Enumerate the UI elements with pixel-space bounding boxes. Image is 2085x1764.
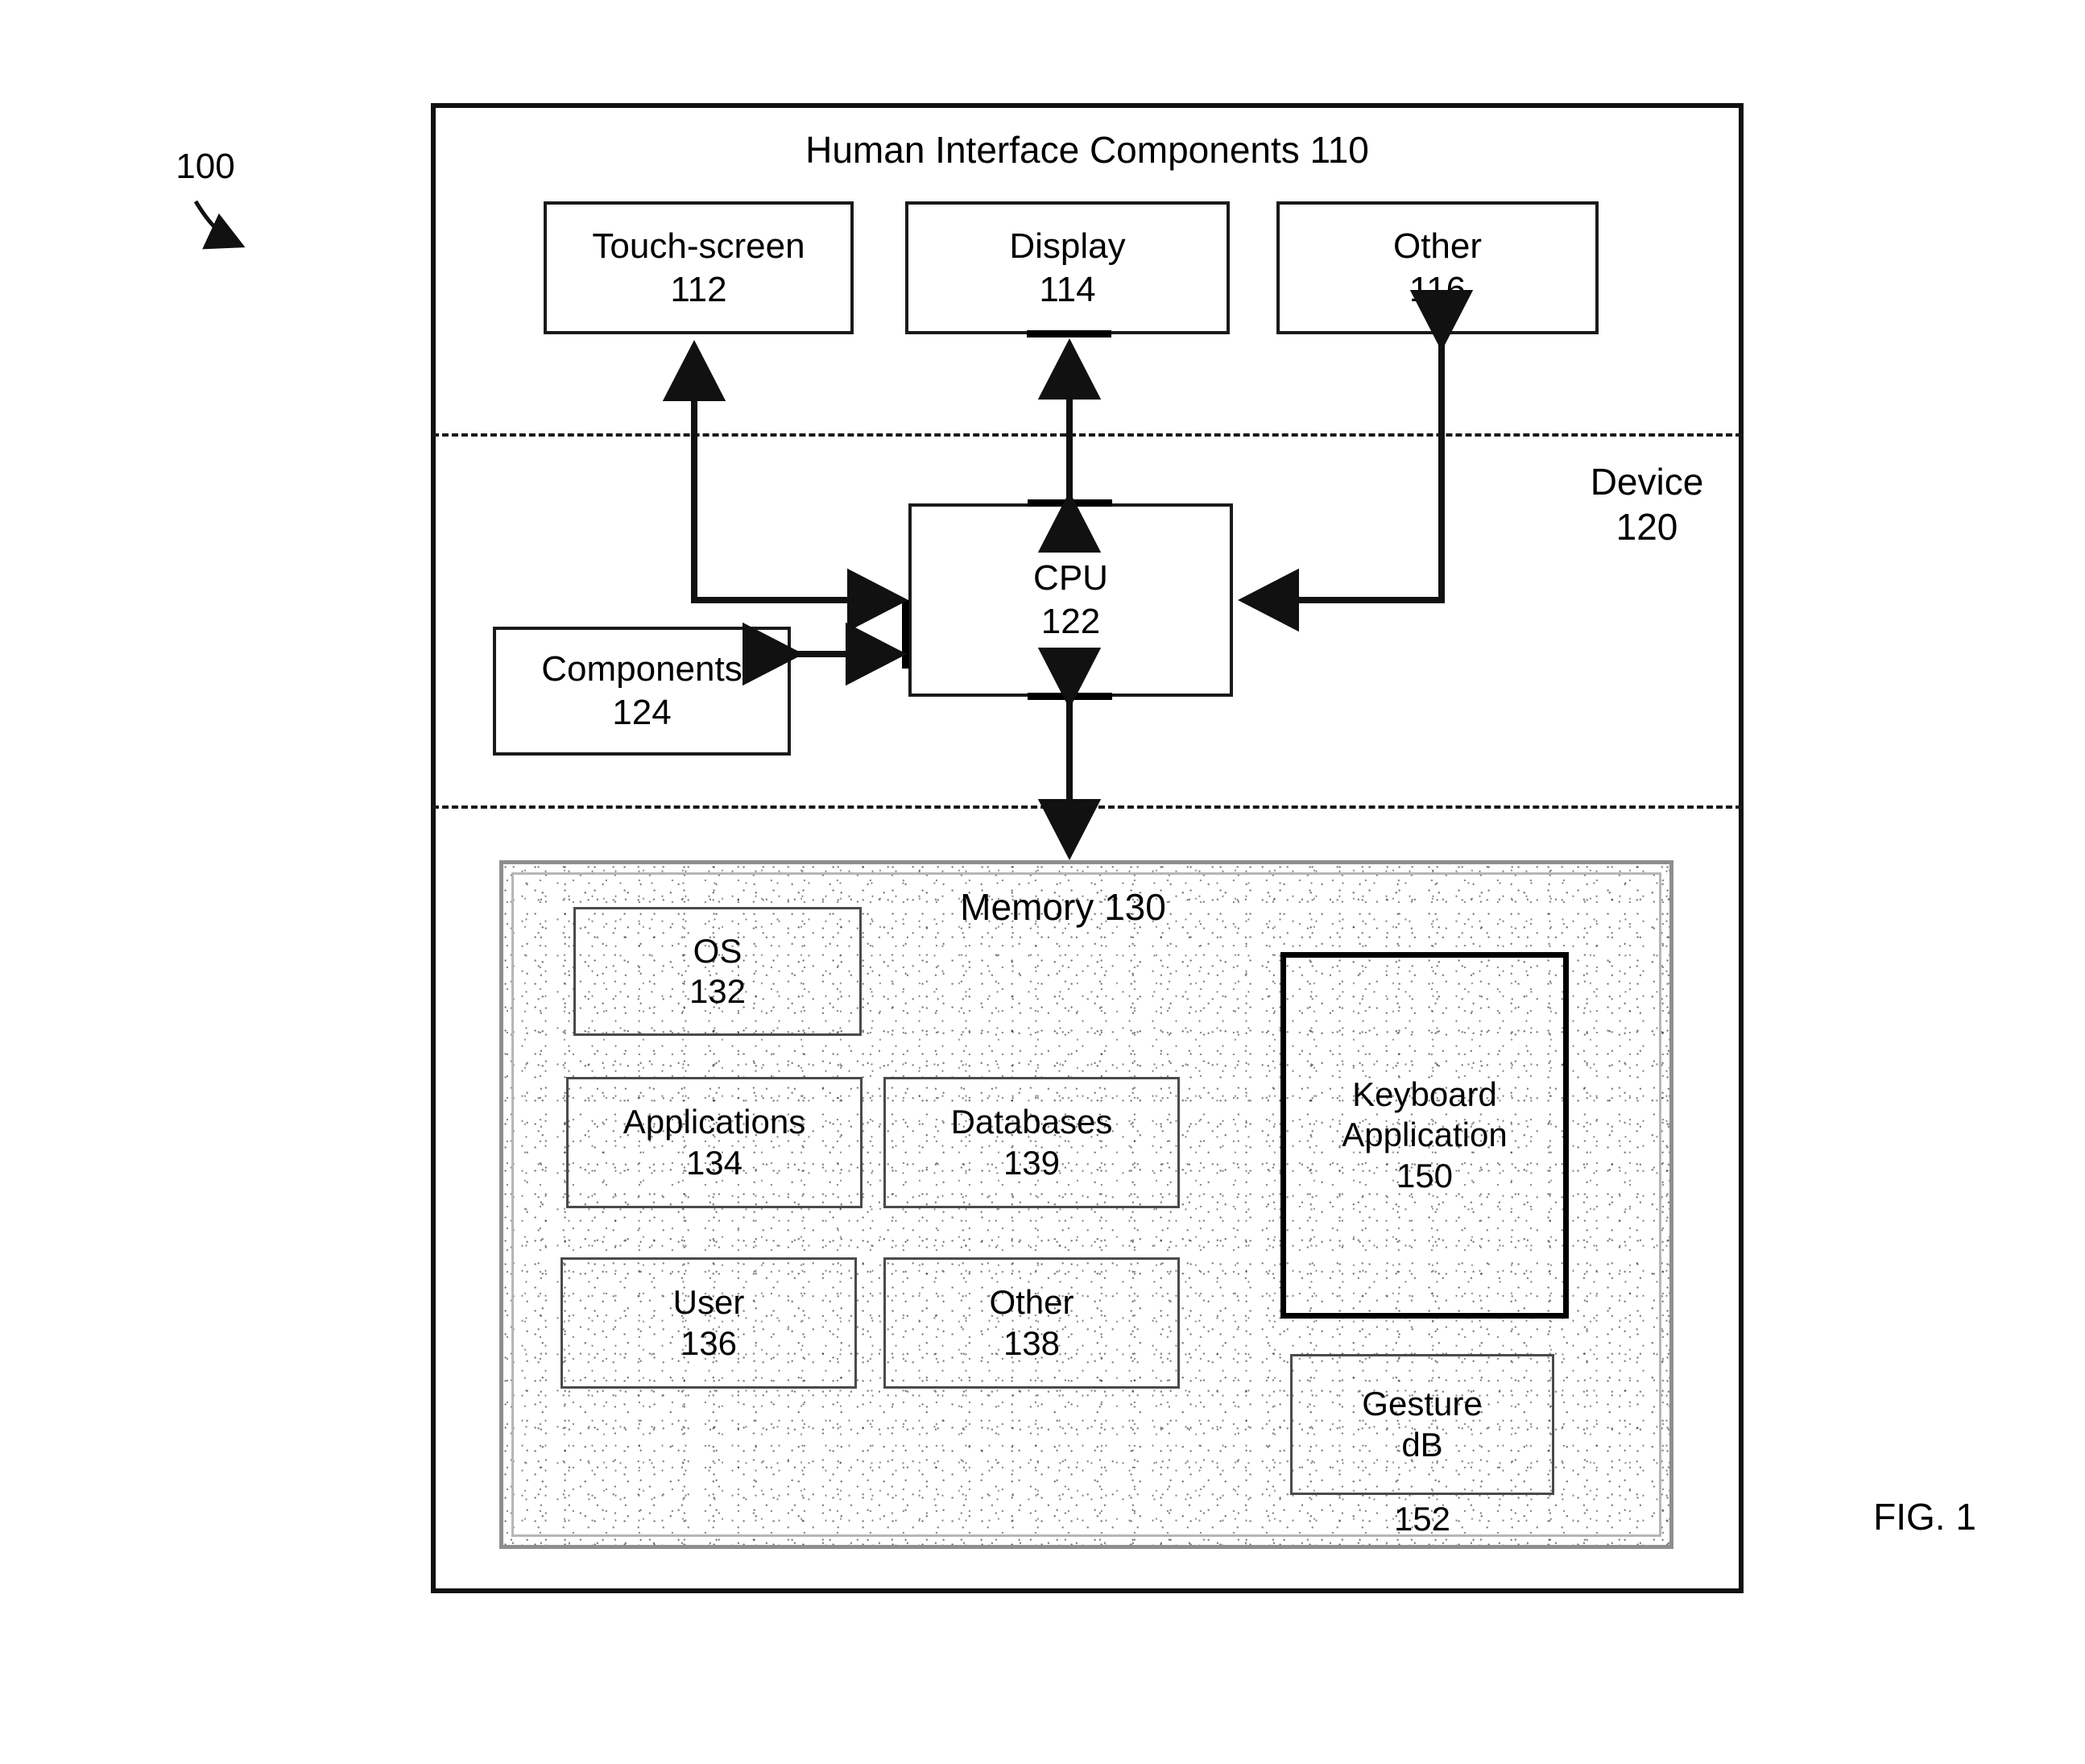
touch-screen-label: Touch-screen	[592, 226, 805, 266]
components-ref: 124	[612, 693, 672, 732]
memory-applications-label: Applications	[623, 1103, 806, 1141]
human-interface-components-title: Human Interface Components 110	[805, 129, 1369, 171]
gesture-db-ref: 152	[1393, 1500, 1451, 1538]
memory-user-box: User 136	[561, 1257, 857, 1389]
keyboard-application-line2: Application	[1342, 1116, 1508, 1154]
other-interface-label: Other	[1392, 226, 1483, 266]
other-interface-box: Other 116	[1276, 201, 1599, 334]
memory-os-ref: 132	[689, 972, 747, 1010]
dashed-separator-bottom	[432, 805, 1742, 809]
memory-other-label: Other	[989, 1283, 1074, 1322]
touch-screen-ref: 112	[670, 269, 727, 309]
dashed-separator-top	[432, 433, 1742, 437]
cpu-label: CPU	[1033, 558, 1108, 598]
keyboard-application-ref: 150	[1396, 1156, 1454, 1195]
other-interface-ref: 116	[1409, 269, 1467, 309]
figure-leader-arrow	[193, 200, 246, 250]
touch-screen-box: Touch-screen 112	[544, 201, 854, 334]
cpu-bottom-connector-stub	[1028, 693, 1112, 700]
keyboard-application-box: Keyboard Application 150	[1280, 952, 1569, 1319]
memory-other-ref: 138	[1003, 1323, 1061, 1362]
device-label-name: Device	[1590, 461, 1704, 503]
cpu-left-connector-stub	[902, 600, 909, 669]
gesture-db-box: Gesture dB	[1290, 1354, 1554, 1495]
memory-databases-box: Databases 139	[883, 1077, 1180, 1208]
memory-databases-ref: 139	[1003, 1143, 1061, 1182]
cpu-top-connector-stub	[1028, 499, 1112, 507]
device-label-ref: 120	[1615, 506, 1678, 549]
memory-os-box: OS 132	[573, 907, 862, 1036]
memory-databases-label: Databases	[950, 1103, 1113, 1141]
display-box: Display 114	[905, 201, 1230, 334]
memory-os-label: OS	[693, 931, 743, 970]
memory-title: Memory 130	[960, 886, 1166, 928]
cpu-box: CPU 122	[908, 503, 1233, 697]
keyboard-application-line1: Keyboard	[1352, 1075, 1497, 1113]
display-ref: 114	[1039, 269, 1096, 309]
display-label: Display	[1009, 226, 1126, 266]
cpu-ref: 122	[1040, 602, 1101, 641]
figure-reference-100: 100	[176, 147, 235, 186]
memory-applications-box: Applications 134	[566, 1077, 863, 1208]
gesture-db-line2: dB	[1401, 1425, 1443, 1464]
memory-other-box: Other 138	[883, 1257, 1180, 1389]
components-box: Components 124	[493, 627, 791, 756]
device-label: Device 120	[1554, 459, 1740, 549]
memory-applications-ref: 134	[685, 1143, 743, 1182]
memory-user-ref: 136	[680, 1323, 738, 1362]
display-connector-stub	[1027, 330, 1111, 337]
gesture-db-line1: Gesture	[1362, 1385, 1483, 1423]
components-label: Components	[541, 649, 743, 689]
memory-user-label: User	[672, 1283, 745, 1322]
figure-caption: FIG. 1	[1873, 1496, 1976, 1538]
figure-canvas: 100 Human Interface Components 110 Touch…	[0, 0, 2085, 1764]
